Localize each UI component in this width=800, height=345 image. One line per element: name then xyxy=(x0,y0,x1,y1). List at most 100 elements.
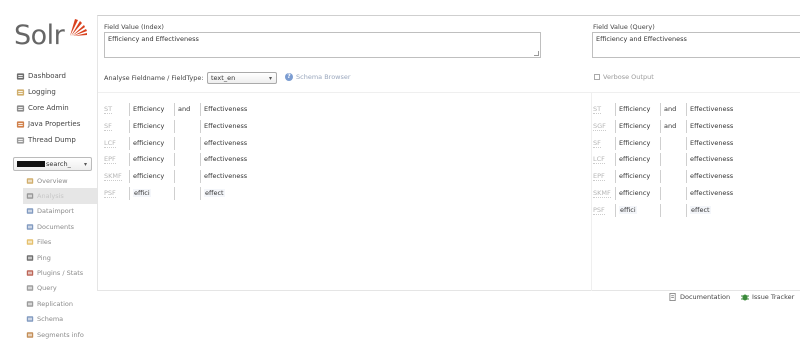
nav-item-label: Java Properties xyxy=(28,120,81,128)
token-divider xyxy=(129,103,130,116)
core-menu-replication[interactable]: Replication xyxy=(23,296,97,311)
stage-name[interactable]: SGF xyxy=(593,122,606,131)
core-menu-query[interactable]: Query xyxy=(23,281,97,296)
token[interactable]: and xyxy=(664,105,676,113)
token[interactable]: Efficiency xyxy=(133,122,164,130)
resize-grip-icon[interactable] xyxy=(534,51,539,56)
documentation-label: Documentation xyxy=(680,293,731,301)
token[interactable]: Effectiveness xyxy=(204,122,247,130)
analysis-row: PSF effici effect xyxy=(104,186,534,203)
token[interactable]: efficiency xyxy=(619,189,650,197)
token[interactable]: efficiency xyxy=(619,155,650,163)
token[interactable]: effectiveness xyxy=(690,189,733,197)
nav-item-core-admin[interactable]: Core Admin xyxy=(16,100,97,116)
plugins-icon xyxy=(26,269,34,277)
token[interactable]: and xyxy=(664,122,676,130)
analysis-row: LCF efficiency effectiveness xyxy=(593,152,800,169)
overview-icon xyxy=(26,177,34,185)
token[interactable]: Effectiveness xyxy=(690,122,733,130)
token[interactable]: Effectiveness xyxy=(690,105,733,113)
token[interactable]: effect xyxy=(204,188,225,197)
fieldtype-select[interactable]: text_en ▾ xyxy=(207,72,277,84)
token[interactable]: effici xyxy=(619,205,637,214)
token-divider xyxy=(686,203,687,217)
chevron-down-icon: ▾ xyxy=(83,161,87,168)
token-divider xyxy=(200,186,201,200)
stage-name[interactable]: ST xyxy=(593,105,602,114)
core-menu-analysis[interactable]: Analysis xyxy=(23,188,97,204)
token[interactable]: Efficiency xyxy=(619,122,650,130)
token-divider xyxy=(615,186,616,200)
stage-name[interactable]: SF xyxy=(104,122,112,131)
nav-item-label: Dashboard xyxy=(28,72,66,80)
stage-name[interactable]: LCF xyxy=(593,155,605,165)
token[interactable]: and xyxy=(178,105,190,113)
token-divider xyxy=(174,119,175,133)
token[interactable]: efficiency xyxy=(133,155,164,163)
token-divider xyxy=(129,119,130,133)
nav-item-logging[interactable]: Logging xyxy=(16,84,97,100)
verbose-checkbox[interactable] xyxy=(594,74,600,80)
token-divider xyxy=(174,103,175,116)
index-field-input[interactable]: Efficiency and Effectiveness xyxy=(104,32,541,58)
stage-name[interactable]: LCF xyxy=(104,139,116,148)
core-menu-label: Segments info xyxy=(37,330,84,339)
stage-name[interactable]: SKMF xyxy=(104,172,122,182)
token-divider xyxy=(200,170,201,184)
token[interactable]: efficiency xyxy=(133,172,164,180)
core-menu-files[interactable]: Files xyxy=(23,235,97,250)
token[interactable]: Efficiency xyxy=(619,105,650,113)
token[interactable]: Efficiency xyxy=(133,105,164,113)
core-menu-overview[interactable]: Overview xyxy=(23,173,97,188)
token[interactable]: Effectiveness xyxy=(204,105,247,113)
solr-logo[interactable]: Solr xyxy=(14,16,88,56)
core-menu-label: Query xyxy=(37,284,57,293)
document-icon xyxy=(669,293,676,301)
sidebar: Solr Dashboard Logging Core Admin Java Prop… xyxy=(0,0,97,345)
analysis-row: ST Efficiency and Effectiveness xyxy=(593,102,800,119)
chevron-down-icon: ▾ xyxy=(268,75,272,82)
nav-item-label: Thread Dump xyxy=(28,136,76,144)
core-menu-ping[interactable]: Ping xyxy=(23,250,97,265)
core-menu-plugins[interactable]: Plugins / Stats xyxy=(23,265,97,280)
core-menu-segments[interactable]: Segments info xyxy=(23,327,97,342)
stage-name[interactable]: SKMF xyxy=(593,189,611,198)
core-menu-schema[interactable]: Schema xyxy=(23,312,97,327)
analysis-row: SGF Efficiency and Effectiveness xyxy=(593,119,800,136)
core-menu-label: Dataimport xyxy=(37,207,74,216)
nav-item-java[interactable]: Java Properties xyxy=(16,116,97,132)
token-divider xyxy=(129,153,130,167)
nav-item-label: Core Admin xyxy=(28,104,69,112)
stage-name[interactable]: EPF xyxy=(104,155,116,165)
stage-name[interactable]: PSF xyxy=(593,206,605,215)
token[interactable]: effectiveness xyxy=(690,172,733,180)
token[interactable]: Efficiency xyxy=(619,139,650,147)
stage-name[interactable]: PSF xyxy=(104,189,116,198)
token[interactable]: effici xyxy=(133,188,151,197)
token[interactable]: Effectiveness xyxy=(690,139,733,147)
documentation-link[interactable]: Documentation xyxy=(669,293,730,301)
token[interactable]: effectiveness xyxy=(690,155,733,163)
stage-name[interactable]: ST xyxy=(104,105,113,114)
column-divider xyxy=(591,93,592,291)
verbose-output-toggle[interactable]: Verbose Output xyxy=(594,73,654,81)
token[interactable]: effectiveness xyxy=(204,172,247,180)
token[interactable]: effectiveness xyxy=(204,155,247,163)
token[interactable]: efficiency xyxy=(133,139,164,147)
issue-tracker-link[interactable]: Issue Tracker xyxy=(741,293,794,301)
stage-name[interactable]: EPF xyxy=(593,172,605,182)
token[interactable]: efficiency xyxy=(619,172,650,180)
core-menu-documents[interactable]: Documents xyxy=(23,219,97,234)
core-menu-dataimport[interactable]: Dataimport xyxy=(23,204,97,219)
stage-name[interactable]: SF xyxy=(593,139,601,148)
nav-item-thread-dump[interactable]: Thread Dump xyxy=(16,132,97,148)
token[interactable]: effect xyxy=(690,205,711,214)
token[interactable]: effectiveness xyxy=(204,139,247,147)
token-divider xyxy=(129,136,130,150)
documents-icon xyxy=(26,223,34,231)
nav-item-dashboard[interactable]: Dashboard xyxy=(16,68,97,84)
token-divider xyxy=(660,119,661,133)
query-field-input[interactable]: Efficiency and Effectiveness xyxy=(592,32,800,58)
schema-browser-link[interactable]: ? Schema Browser xyxy=(285,73,351,81)
core-selector[interactable]: search_ ▾ xyxy=(13,157,92,171)
